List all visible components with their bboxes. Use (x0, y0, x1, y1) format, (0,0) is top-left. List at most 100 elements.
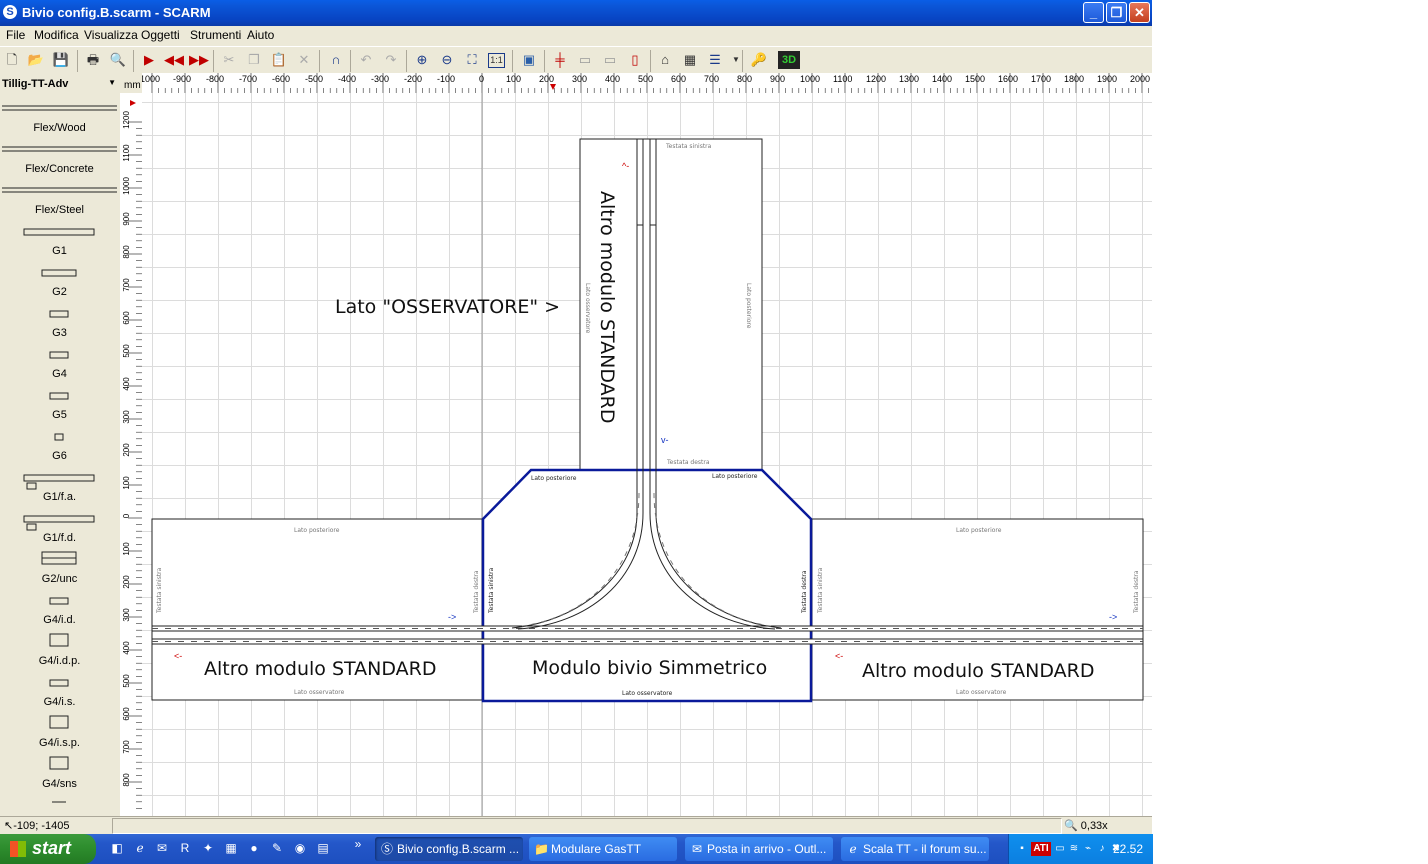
ruler-x-label: 200 (539, 74, 554, 84)
play-icon[interactable]: ▶ (140, 51, 158, 69)
media-quicklaunch-icon[interactable]: ● (246, 841, 262, 857)
library-item-g6[interactable]: G6 (0, 450, 119, 462)
tunnel-icon[interactable]: ▦ (681, 51, 699, 69)
taskbar-task-scarm[interactable]: Ⓢ Bivio config.B.scarm ... (375, 837, 523, 861)
background-image-icon[interactable]: ▣ (520, 51, 538, 69)
taskbar-task-folder[interactable]: 📁 Modulare GasTT (529, 837, 677, 861)
quicklaunch-icon[interactable]: ◧ (109, 841, 125, 857)
tray-display-icon[interactable]: ▭ (1053, 842, 1067, 856)
menu-aiuto[interactable]: Aiuto (247, 28, 274, 42)
library-item-g4-id[interactable]: G4/i.d. (0, 614, 119, 626)
ie-quicklaunch-icon[interactable]: ℯ (132, 841, 148, 857)
center-module-testata-sinistra: Testata sinistra (488, 567, 495, 614)
layout-canvas[interactable]: -> -> <- <- ^- v- Lato "OSSERVATORE" > A… (142, 93, 1152, 816)
library-item-g5[interactable]: G5 (0, 409, 119, 421)
cut-icon[interactable]: ✂ (220, 51, 238, 69)
3d-view-icon[interactable]: 3D (778, 51, 800, 69)
zoom-1-1-icon[interactable]: 1:1 (488, 53, 505, 68)
arrow-right-right-module: -> (1109, 612, 1117, 622)
menu-modifica[interactable]: Modifica (34, 28, 79, 42)
taskbar-task-outlook[interactable]: ✉ Posta in arrivo - Outl... (685, 837, 833, 861)
library-selector[interactable]: Tillig-TT-Adv ▼ (0, 77, 119, 93)
library-item-flex-wood[interactable]: Flex/Wood (0, 122, 119, 134)
library-item-g3[interactable]: G3 (0, 327, 119, 339)
menu-visualizza[interactable]: Visualizza (84, 28, 138, 42)
object-b-icon[interactable]: ▭ (601, 51, 619, 69)
outlook-quicklaunch-icon[interactable]: ✉ (154, 841, 170, 857)
vertical-ruler[interactable]: 1200 1100 1000 900 800 700 600 500 400 300 200 100 0… (120, 93, 142, 816)
library-item-g1-fa[interactable]: G1/f.a. (0, 491, 119, 503)
bridge-icon[interactable]: ⌂ (656, 51, 674, 69)
ruler-y-label: 500 (122, 674, 131, 688)
zoom-in-icon[interactable]: ⊕ (413, 51, 431, 69)
library-item-flex-steel[interactable]: Flex/Steel (0, 204, 119, 216)
menu-strumenti[interactable]: Strumenti (190, 28, 241, 42)
close-button[interactable]: ✕ (1129, 2, 1150, 23)
quicklaunch-more-icon[interactable]: » (350, 837, 366, 853)
maximize-button[interactable]: ❐ (1106, 2, 1127, 23)
ruler-y-label: 400 (122, 641, 131, 655)
calc-quicklaunch-icon[interactable]: ▤ (315, 841, 331, 857)
layers-icon[interactable]: ☰ (706, 51, 724, 69)
layout-drawing[interactable]: -> -> <- <- ^- v- Lato "OSSERVATORE" > A… (142, 93, 1152, 816)
taskbar-task-ie[interactable]: ℯ Scala TT - il forum su... (841, 837, 989, 861)
zoom-out-icon[interactable]: ⊖ (438, 51, 456, 69)
library-item-g1[interactable]: G1 (0, 245, 119, 257)
undo-icon[interactable]: ↶ (357, 51, 375, 69)
horizontal-ruler[interactable]: -1000-900-800-700-600-500-400-300-200-10… (137, 73, 1169, 93)
ruler-cursor-marker (550, 84, 556, 90)
redo-icon[interactable]: ↷ (382, 51, 400, 69)
library-item-flex-concrete[interactable]: Flex/Concrete (0, 163, 119, 175)
arrow-left-left-module: <- (174, 651, 182, 661)
zoom-fit-icon[interactable]: ⛶ (463, 51, 481, 69)
menu-file[interactable]: File (6, 28, 25, 42)
windows-taskbar: start ◧ ℯ ✉ R ✦ ▦ ● ✎ ◉ ▤ » Ⓢ Bivio confi… (0, 834, 1153, 864)
start-button[interactable]: start (0, 834, 96, 864)
properties-icon[interactable]: 🔑 (750, 51, 768, 69)
windows-logo-icon (10, 841, 26, 857)
title-bar[interactable]: S Bivio config.B.scarm - SCARM _ ❐ ✕ (0, 0, 1152, 26)
library-item-g2-unc[interactable]: G2/unc (0, 573, 119, 585)
new-icon[interactable]: 🗋 (3, 51, 21, 69)
paste-icon[interactable]: 📋 (270, 51, 288, 69)
library-item-g4-idp[interactable]: G4/i.d.p. (0, 655, 119, 667)
open-icon[interactable]: 📂 (27, 51, 45, 69)
minimize-button[interactable]: _ (1083, 2, 1104, 23)
magnet-icon[interactable]: ∩ (327, 51, 345, 69)
library-item-g4[interactable]: G4 (0, 368, 119, 380)
main-toolbar: 🗋 📂 💾 🖶 🔍 ▶ ◀◀ ▶▶ ✂ ❐ 📋 ✕ ∩ ↶ ↷ ⊕ ⊖ ⛶ 1:… (0, 46, 1152, 75)
tray-volume-icon[interactable]: ♪ (1095, 842, 1109, 856)
window-title: Bivio config.B.scarm - SCARM (22, 5, 211, 20)
chevron-down-icon: ▼ (108, 78, 116, 87)
doc-quicklaunch-icon[interactable]: ✎ (269, 841, 285, 857)
tray-wireless-icon[interactable]: ≋ (1067, 842, 1081, 856)
print-preview-icon[interactable]: 🔍 (109, 51, 127, 69)
object-a-icon[interactable]: ▭ (576, 51, 594, 69)
player-quicklaunch-icon[interactable]: ◉ (292, 841, 308, 857)
copy-icon[interactable]: ❐ (245, 51, 263, 69)
tool-quicklaunch-icon[interactable]: ✦ (200, 841, 216, 857)
app-quicklaunch-icon[interactable]: R (177, 841, 193, 857)
tray-ati-icon[interactable]: ATI (1031, 842, 1051, 856)
library-item-g1-fd[interactable]: G1/f.d. (0, 532, 119, 544)
toolbar-separator (544, 50, 545, 72)
save-icon[interactable]: 💾 (52, 51, 70, 69)
tray-network-icon[interactable]: ▪ (1015, 842, 1029, 856)
track-tool-icon[interactable]: ╪ (551, 51, 569, 69)
close-icon: ✕ (1134, 5, 1145, 20)
object-c-icon[interactable]: ▯ (626, 51, 644, 69)
menu-oggetti[interactable]: Oggetti (141, 28, 180, 42)
library-item-g2[interactable]: G2 (0, 286, 119, 298)
library-item-g4-isp[interactable]: G4/i.s.p. (0, 737, 119, 749)
print-icon[interactable]: 🖶 (84, 51, 102, 69)
tray-usb-icon[interactable]: ⌁ (1081, 842, 1095, 856)
calendar-quicklaunch-icon[interactable]: ▦ (223, 841, 239, 857)
scarm-app-icon[interactable]: S (3, 5, 17, 19)
rewind-icon[interactable]: ◀◀ (164, 51, 184, 69)
ruler-y-label: 400 (122, 377, 131, 391)
ruler-x-label: 900 (770, 74, 785, 84)
delete-icon[interactable]: ✕ (295, 51, 313, 69)
fast-forward-icon[interactable]: ▶▶ (189, 51, 209, 69)
library-item-g4-sns[interactable]: G4/sns (0, 778, 119, 790)
library-item-g4-is[interactable]: G4/i.s. (0, 696, 119, 708)
